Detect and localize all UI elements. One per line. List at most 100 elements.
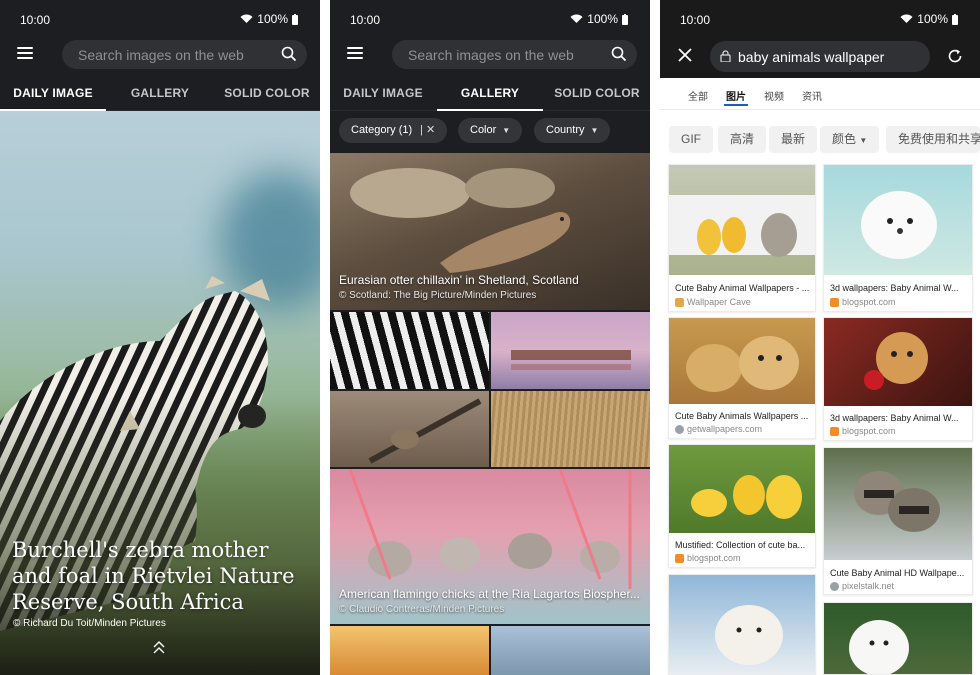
result-title: Cute Baby Animals Wallpapers ... [675,411,809,421]
gallery-photo-zebra[interactable] [330,312,489,389]
source-favicon-icon [675,424,684,434]
search-input[interactable]: Search images on the web [62,40,307,69]
search-icon[interactable] [281,46,297,62]
tab-gallery[interactable]: GALLERY [107,86,213,100]
daily-image[interactable]: Burchell's zebra mother and foal in Riet… [0,111,320,675]
clear-icon[interactable]: | ✕ [420,124,435,136]
result-title: Mustified: Collection of cute ba... [675,540,806,550]
search-input[interactable]: Search images on the web [392,40,637,69]
caret-down-icon: ▼ [859,136,868,145]
search-type-tabs: 全部 图片 视频 资讯 [660,78,980,110]
close-icon[interactable] [678,48,692,62]
tab-bar: DAILY IMAGE GALLERY SOLID COLOR [330,78,650,111]
search-placeholder: Search images on the web [78,47,244,63]
color-chip[interactable]: Color ▼ [458,118,523,143]
image-result[interactable]: 3d wallpapers: Baby Animal W... blogspot… [823,317,973,441]
gallery-photo-city-bird[interactable] [491,626,650,675]
gallery-photo-elephants[interactable] [491,312,650,389]
result-thumbnail [669,575,815,674]
result-thumbnail [669,318,815,404]
status-time: 10:00 [680,13,711,27]
lock-icon [720,50,731,62]
status-bar: 10:00 100% [660,0,980,38]
image-result[interactable]: Cute Baby Animal HD Wallpape... pixelsta… [823,447,973,595]
category-chip[interactable]: Category (1) | ✕ [339,118,448,143]
gallery-photo-flamingo[interactable]: American flamingo chicks at the Ria Laga… [330,469,650,624]
status-time: 10:00 [20,13,51,27]
result-thumbnail [824,165,972,275]
gallery-photo-grass-cat[interactable] [491,391,650,467]
tab-news[interactable]: 资讯 [802,88,822,103]
tab-videos[interactable]: 视频 [764,88,784,103]
result-title: Cute Baby Animal HD Wallpape... [830,568,965,578]
tab-solid-color[interactable]: SOLID COLOR [214,86,320,100]
tab-images[interactable]: 图片 [726,88,746,103]
tab-daily-image[interactable]: DAILY IMAGE [0,86,106,100]
wifi-icon [570,14,583,23]
result-thumbnail [669,445,815,533]
phone-screen-daily-image: 10:00 100% Search images on the web DAIL… [0,0,320,675]
source-favicon-icon [830,426,839,436]
tab-bar: DAILY IMAGE GALLERY SOLID COLOR [0,78,320,111]
status-bar: 10:00 100% [0,0,320,38]
result-thumbnail [824,448,972,560]
result-source: getwallpapers.com [675,424,762,434]
filter-hd[interactable]: 高清 [718,126,767,153]
battery-percent: 100% [257,12,288,26]
photo-caption: American flamingo chicks at the Ria Laga… [339,587,640,601]
gallery-photo-sunset-birds[interactable] [330,626,489,675]
tab-daily-image[interactable]: DAILY IMAGE [330,86,436,100]
image-result[interactable]: Mustified: Collection of cute ba... blog… [668,444,816,568]
wifi-icon [240,14,253,23]
phone-screen-gallery: 10:00 100% Search images on the web DAIL… [330,0,650,675]
image-credit: © Richard Du Toit/Minden Pictures [13,618,166,629]
source-favicon-icon [830,581,839,591]
image-result[interactable]: Cute Baby Animals Wallpapers ... getwall… [668,317,816,439]
result-source: pixelstalk.net [830,581,894,591]
tab-gallery[interactable]: GALLERY [437,86,543,100]
filter-license[interactable]: 免费使用和共享 [886,126,980,153]
result-source: blogspot.com [830,426,896,436]
image-result[interactable]: Cute Baby Animal Wallpapers - ... Wallpa… [668,164,816,312]
phone-screen-web-search: 10:00 100% baby animals wallpaper 全部 图片 … [660,0,980,675]
status-bar: 10:00 100% [330,0,650,38]
battery-percent: 100% [917,12,948,26]
image-result[interactable]: 3d wallpapers: Baby Animal W... blogspot… [823,164,973,312]
search-query-field[interactable]: baby animals wallpaper [710,41,930,72]
image-result[interactable] [668,574,816,675]
menu-icon[interactable] [347,47,363,61]
result-thumbnail [824,318,972,406]
search-icon[interactable] [611,46,627,62]
image-caption: Burchell's zebra mother and foal in Riet… [12,538,295,614]
chevron-up-icon[interactable] [153,641,165,655]
reload-icon[interactable] [947,48,963,64]
browser-toolbar: baby animals wallpaper [660,38,980,78]
filter-gif[interactable]: GIF [669,126,713,153]
active-tab-indicator [724,104,748,106]
tab-solid-color[interactable]: SOLID COLOR [544,86,650,100]
caret-down-icon: ▼ [502,126,511,135]
filter-color[interactable]: 颜色 ▼ [820,126,880,153]
result-source: blogspot.com [830,297,896,307]
image-result[interactable] [823,602,973,675]
result-thumbnail [669,165,815,275]
caret-down-icon: ▼ [590,126,599,135]
menu-icon[interactable] [17,47,33,61]
result-source: Wallpaper Cave [675,297,751,307]
filter-chips: Category (1) | ✕ Color ▼ Country ▼ [330,111,650,153]
tab-all[interactable]: 全部 [688,88,708,103]
battery-icon [292,13,298,25]
result-title: Cute Baby Animal Wallpapers - ... [675,283,810,293]
gallery-photo-otter[interactable]: Eurasian otter chillaxin' in Shetland, S… [330,153,650,310]
photo-caption: Eurasian otter chillaxin' in Shetland, S… [339,273,579,287]
source-favicon-icon [675,553,684,563]
country-chip[interactable]: Country ▼ [534,118,611,143]
result-title: 3d wallpapers: Baby Animal W... [830,283,959,293]
status-time: 10:00 [350,13,381,27]
image-filter-bar: GIF 高清 最新 颜色 ▼ 免费使用和共享 [660,110,980,164]
source-favicon-icon [675,297,684,307]
gallery-photo-cat[interactable] [330,391,489,467]
battery-icon [952,13,958,25]
filter-latest[interactable]: 最新 [769,126,818,153]
search-placeholder: Search images on the web [408,47,574,63]
